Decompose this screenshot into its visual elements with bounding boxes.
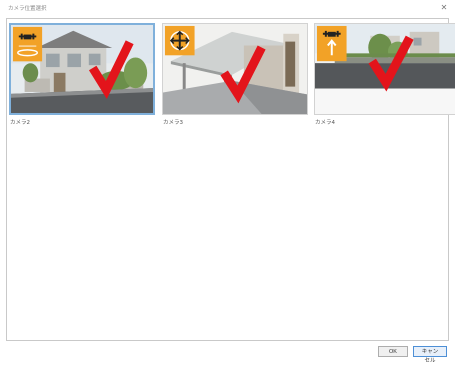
dialog-footer: OK キャンセル (0, 341, 455, 364)
cancel-button[interactable]: キャンセル (413, 346, 447, 364)
close-button[interactable]: ✕ (437, 2, 451, 14)
camera-4-preview-image (315, 24, 455, 114)
camera-thumbnail-3[interactable] (162, 23, 308, 115)
ok-button[interactable]: OK (378, 346, 408, 357)
camera-select-dialog: カメラ位置選択 ✕ カメラ2 カメラ3 カメラ4 OK キャンセル (0, 0, 455, 364)
camera-label-4: カメラ4 (315, 120, 335, 126)
camera-thumbnail-2[interactable] (9, 23, 155, 115)
camera-2-preview-image (11, 25, 153, 113)
camera-list-panel: カメラ2 カメラ3 カメラ4 (6, 18, 455, 341)
camera-label-3: カメラ3 (163, 120, 183, 126)
camera-label-2: カメラ2 (10, 120, 30, 126)
camera-thumbnail-4[interactable] (314, 23, 455, 115)
dialog-title: カメラ位置選択 (8, 6, 47, 12)
camera-3-preview-image (163, 24, 307, 114)
title-bar: カメラ位置選択 ✕ (0, 0, 455, 18)
